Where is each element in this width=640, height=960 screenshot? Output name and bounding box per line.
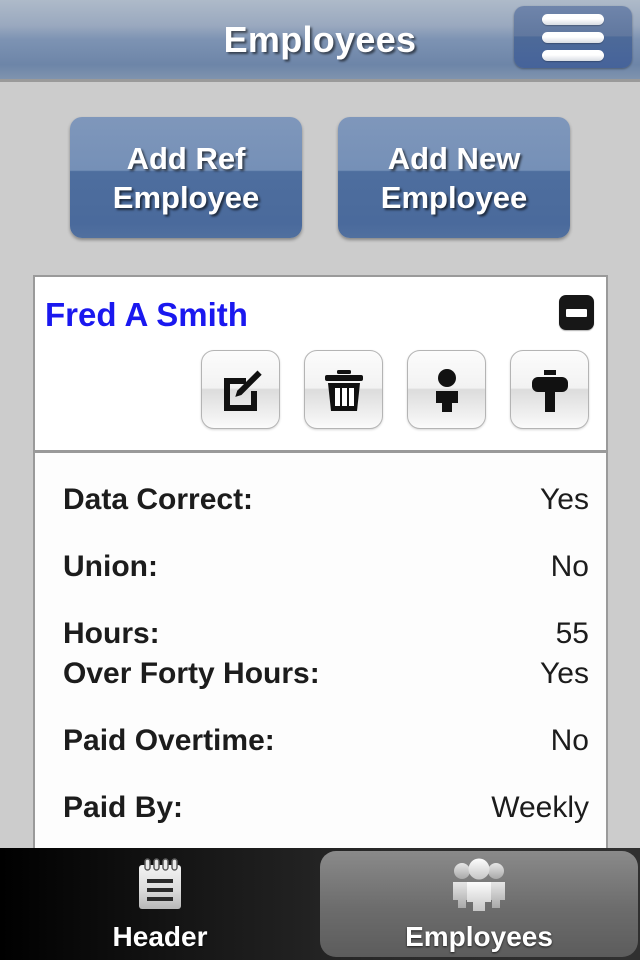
field-label: Data Correct: — [63, 483, 254, 516]
table-row: Paid By: Weekly — [35, 761, 606, 828]
table-row: Over Forty Hours: Yes — [35, 654, 606, 694]
tab-label: Header — [112, 920, 208, 952]
trash-icon[interactable] — [304, 350, 383, 429]
field-label: Paid By: — [63, 791, 184, 824]
tab-employees[interactable]: Employees — [320, 848, 640, 960]
menu-line-1 — [542, 13, 604, 25]
employee-name[interactable]: Fred A Smith — [45, 296, 248, 334]
bottom-tab-bar: Header Employees — [0, 848, 640, 960]
action-button-row: Add Ref Employee Add New Employee — [0, 117, 640, 238]
field-label: Union: — [63, 550, 158, 583]
add-new-employee-button[interactable]: Add New Employee — [338, 117, 570, 238]
edit-icon[interactable] — [201, 350, 280, 429]
tab-header[interactable]: Header — [0, 848, 320, 960]
people-group-icon — [449, 856, 509, 919]
table-row: Hours: 55 — [35, 587, 606, 654]
add-ref-employee-button[interactable]: Add Ref Employee — [70, 117, 302, 238]
table-row: Data Correct: Yes — [35, 453, 606, 520]
notepad-icon — [133, 856, 187, 919]
table-row: Union: No — [35, 520, 606, 587]
field-value: 55 — [555, 617, 589, 650]
employee-card: Fred A Smith Data Correct: Yes Union: No… — [33, 275, 608, 850]
field-value: No — [550, 724, 589, 757]
table-row: Paid Overtime: No — [35, 694, 606, 761]
field-label: Paid Overtime: — [63, 724, 275, 757]
menu-line-3 — [542, 49, 604, 61]
app-header: Employees — [0, 0, 640, 82]
field-value: Weekly — [491, 791, 589, 824]
employee-tool-row — [35, 350, 606, 429]
minus-collapse-icon[interactable] — [559, 295, 594, 330]
field-value: Yes — [540, 657, 589, 690]
menu-line-2 — [542, 31, 604, 43]
field-label: Hours: — [63, 617, 160, 650]
field-label: Over Forty Hours: — [63, 657, 320, 690]
person-icon[interactable] — [407, 350, 486, 429]
hamburger-menu-icon[interactable] — [514, 6, 632, 68]
tab-label: Employees — [405, 920, 553, 952]
field-value: No — [550, 550, 589, 583]
employee-card-header: Fred A Smith — [35, 277, 606, 453]
hammer-icon[interactable] — [510, 350, 589, 429]
minus-bar — [566, 308, 587, 317]
field-value: Yes — [540, 483, 589, 516]
employee-field-list: Data Correct: Yes Union: No Hours: 55 Ov… — [35, 453, 606, 828]
